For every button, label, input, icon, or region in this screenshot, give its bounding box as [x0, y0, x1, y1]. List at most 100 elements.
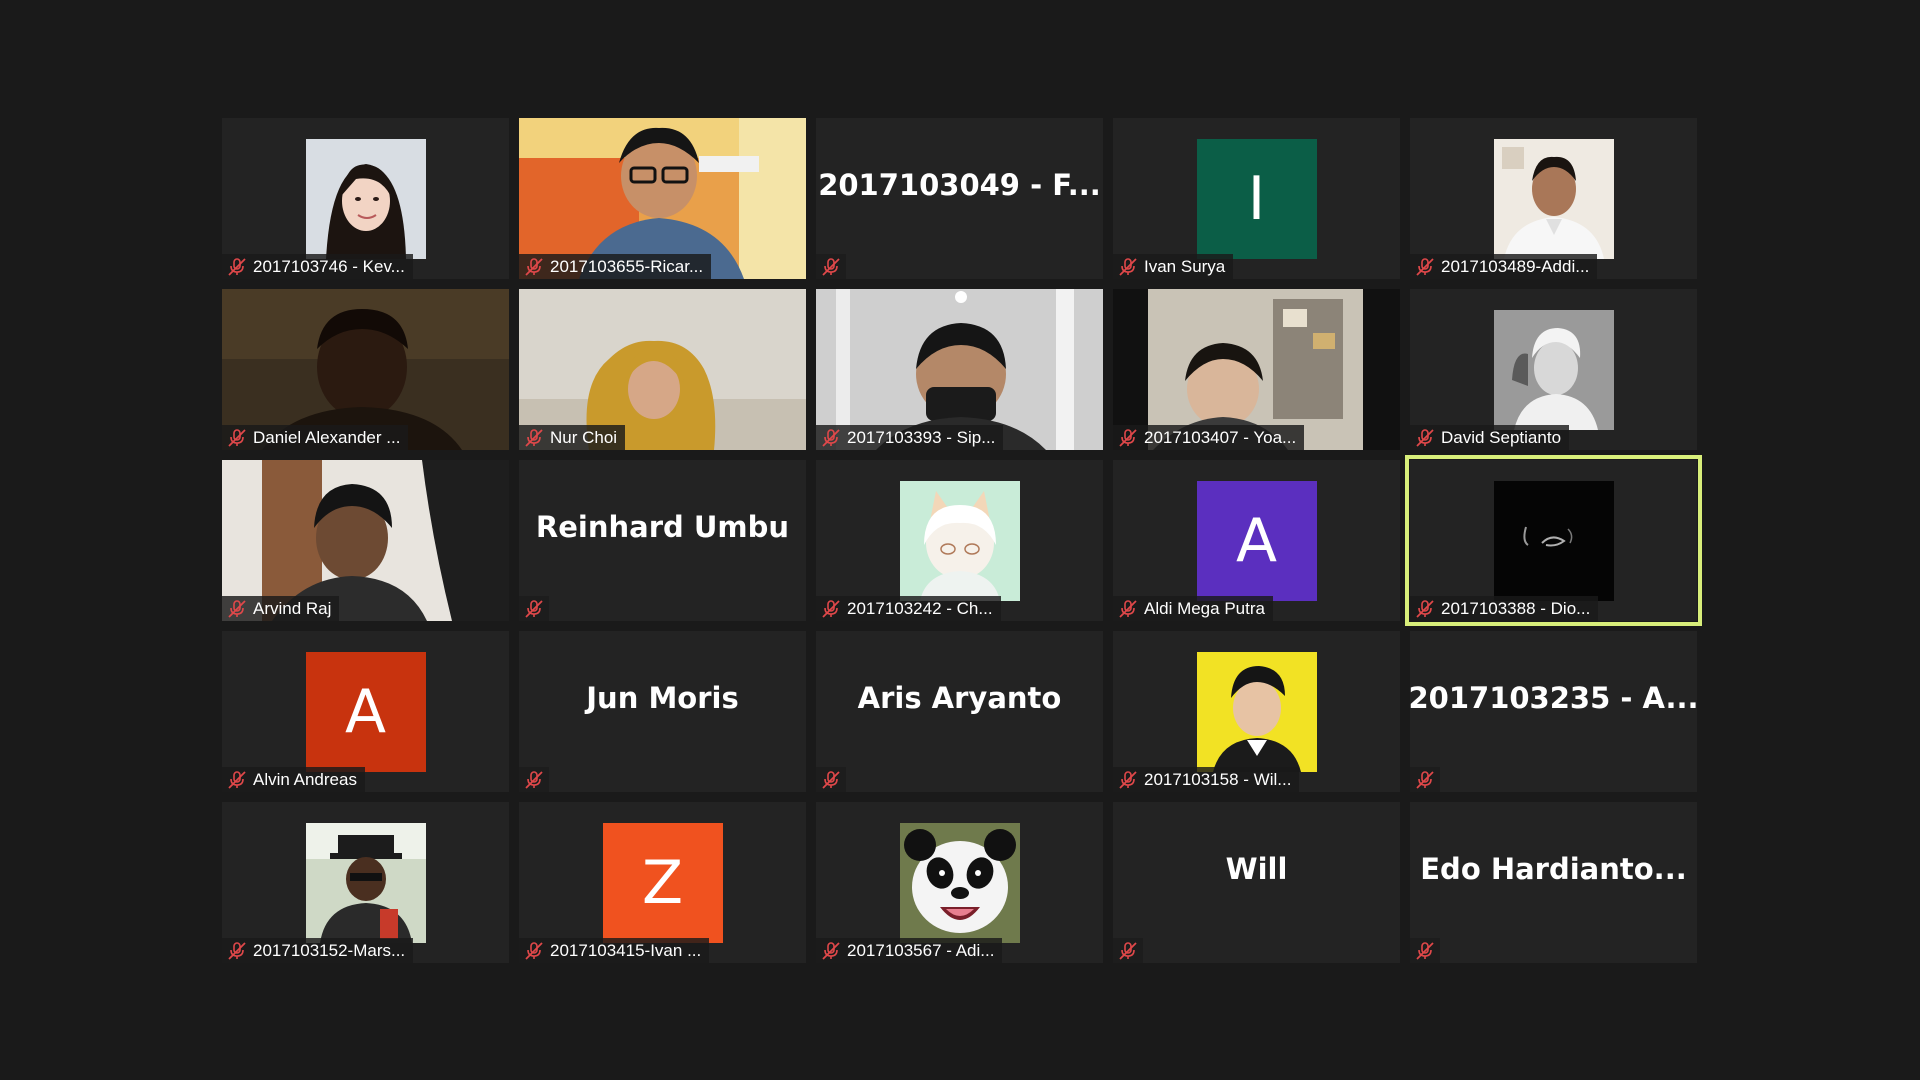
participant-tile[interactable]: I Ivan Surya: [1113, 118, 1400, 279]
active-speaker-tile[interactable]: 2017103388 - Dio...: [1405, 455, 1702, 626]
participant-tile[interactable]: 2017103158 - Wil...: [1113, 631, 1400, 792]
participant-video: [1196, 652, 1317, 772]
avatar-letter: I: [1247, 164, 1266, 234]
participant-name-bar: [1410, 767, 1440, 792]
muted-mic-icon: [820, 427, 842, 449]
participant-tile[interactable]: A Alvin Andreas: [222, 631, 509, 792]
participant-tile[interactable]: Edo Hardianto...: [1410, 802, 1697, 963]
participant-tile[interactable]: Reinhard Umbu: [519, 460, 806, 621]
participant-tile[interactable]: A Aldi Mega Putra: [1113, 460, 1400, 621]
participant-name: 2017103152-Mars...: [253, 940, 406, 960]
participant-name-bar: 2017103388 - Dio...: [1410, 596, 1599, 621]
participant-name-bar: Arvind Raj: [222, 596, 340, 621]
participant-name: 2017103393 - Sip...: [847, 427, 996, 447]
participant-video: [899, 823, 1020, 943]
participant-display-name: Aris Aryanto: [857, 680, 1062, 715]
participant-tile[interactable]: 2017103655-Ricar...: [519, 118, 806, 279]
participant-display-name: Will: [1225, 851, 1288, 886]
participant-name-bar: [1113, 938, 1143, 963]
participant-display-name: Reinhard Umbu: [535, 509, 790, 544]
participant-name: Daniel Alexander ...: [253, 427, 401, 447]
participant-tile[interactable]: 2017103242 - Ch...: [816, 460, 1103, 621]
participant-name-bar: 2017103393 - Sip...: [816, 425, 1004, 450]
muted-mic-icon: [1414, 940, 1436, 962]
avatar-letter: A: [1235, 506, 1278, 576]
participant-tile[interactable]: 2017103746 - Kev...: [222, 118, 509, 279]
participant-name: 2017103489-Addi...: [1441, 256, 1590, 276]
participant-name-bar: 2017103489-Addi...: [1410, 254, 1598, 279]
participant-video: [1493, 139, 1614, 259]
participant-tile[interactable]: 2017103407 - Yoa...: [1113, 289, 1400, 450]
participant-display-name: 2017103235 - A...: [1410, 680, 1697, 715]
participant-tile[interactable]: Jun Moris: [519, 631, 806, 792]
participant-tile[interactable]: 2017103152-Mars...: [222, 802, 509, 963]
participant-tile[interactable]: 2017103567 - Adi...: [816, 802, 1103, 963]
muted-mic-icon: [1117, 940, 1139, 962]
muted-mic-icon: [1117, 598, 1139, 620]
muted-mic-icon: [1117, 427, 1139, 449]
participant-avatar: A: [1196, 481, 1317, 601]
participant-name-bar: Alvin Andreas: [222, 767, 365, 792]
participant-name-bar: Aldi Mega Putra: [1113, 596, 1273, 621]
participant-tile[interactable]: 2017103049 - F...: [816, 118, 1103, 279]
participant-name: Arvind Raj: [253, 598, 332, 618]
participant-name: 2017103407 - Yoa...: [1144, 427, 1297, 447]
participant-name: 2017103242 - Ch...: [847, 598, 993, 618]
participant-name-bar: Ivan Surya: [1113, 254, 1234, 279]
participant-name-bar: [1410, 938, 1440, 963]
participant-tile[interactable]: Aris Aryanto: [816, 631, 1103, 792]
muted-mic-icon: [226, 769, 248, 791]
participant-avatar: A: [305, 652, 426, 772]
participant-video: [1493, 310, 1614, 430]
participant-video: [1493, 481, 1614, 601]
participant-video: [305, 823, 426, 943]
participant-name-bar: [816, 254, 846, 279]
muted-mic-icon: [820, 256, 842, 278]
participant-tile[interactable]: 2017103235 - A...: [1410, 631, 1697, 792]
muted-mic-icon: [226, 256, 248, 278]
participant-name: 2017103158 - Wil...: [1144, 769, 1292, 789]
participant-name-bar: Daniel Alexander ...: [222, 425, 409, 450]
muted-mic-icon: [820, 598, 842, 620]
participant-name: 2017103655-Ricar...: [550, 256, 704, 276]
participant-name-bar: 2017103655-Ricar...: [519, 254, 712, 279]
participant-tile[interactable]: Nur Choi: [519, 289, 806, 450]
muted-mic-icon: [1117, 256, 1139, 278]
participant-name: David Septianto: [1441, 427, 1562, 447]
participant-name: Alvin Andreas: [253, 769, 357, 789]
participant-tile[interactable]: Daniel Alexander ...: [222, 289, 509, 450]
participant-tile[interactable]: 2017103489-Addi...: [1410, 118, 1697, 279]
muted-mic-icon: [523, 427, 545, 449]
muted-mic-icon: [523, 769, 545, 791]
muted-mic-icon: [1414, 769, 1436, 791]
participant-name-bar: David Septianto: [1410, 425, 1570, 450]
participant-display-name: Jun Moris: [586, 680, 739, 715]
participant-tile[interactable]: Z 2017103415-Ivan ...: [519, 802, 806, 963]
participant-tile[interactable]: Will: [1113, 802, 1400, 963]
participant-video: [305, 139, 426, 259]
participant-name: Nur Choi: [550, 427, 618, 447]
participant-tile[interactable]: David Septianto: [1410, 289, 1697, 450]
participant-video: [899, 481, 1020, 601]
participant-name: 2017103388 - Dio...: [1441, 598, 1591, 618]
participant-name-bar: 2017103242 - Ch...: [816, 596, 1001, 621]
participant-name: 2017103746 - Kev...: [253, 256, 405, 276]
muted-mic-icon: [523, 598, 545, 620]
muted-mic-icon: [226, 427, 248, 449]
muted-mic-icon: [820, 769, 842, 791]
muted-mic-icon: [820, 940, 842, 962]
muted-mic-icon: [523, 256, 545, 278]
participant-name-bar: 2017103407 - Yoa...: [1113, 425, 1305, 450]
avatar-letter: A: [344, 677, 387, 747]
participant-avatar: I: [1196, 139, 1317, 259]
participant-tile[interactable]: Arvind Raj: [222, 460, 509, 621]
gallery-view: 2017103746 - Kev... 2017103655-Ricar... …: [222, 118, 1702, 964]
participant-avatar: Z: [602, 823, 723, 943]
participant-name: Aldi Mega Putra: [1144, 598, 1265, 618]
participant-name-bar: 2017103415-Ivan ...: [519, 938, 710, 963]
muted-mic-icon: [523, 940, 545, 962]
participant-name-bar: [519, 596, 549, 621]
participant-name: 2017103415-Ivan ...: [550, 940, 702, 960]
participant-display-name: 2017103049 - F...: [818, 167, 1101, 202]
participant-tile[interactable]: 2017103393 - Sip...: [816, 289, 1103, 450]
